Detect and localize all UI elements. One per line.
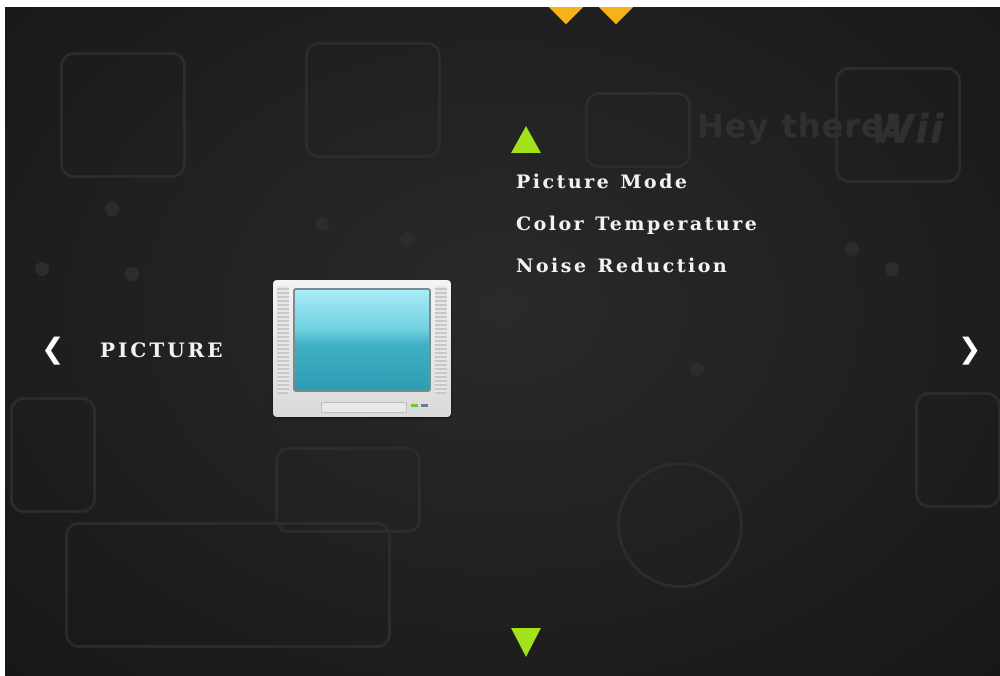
menu-item-color-temperature[interactable]: Color Temperature bbox=[516, 213, 759, 235]
bg-doodle-frame bbox=[585, 92, 691, 168]
bg-doodle-frame bbox=[305, 42, 441, 158]
bg-doodle-frame bbox=[10, 397, 96, 513]
bg-brand-text: Wii bbox=[870, 107, 945, 153]
bg-doodle-frame bbox=[65, 522, 391, 648]
bg-doodle-dot bbox=[315, 217, 329, 231]
bg-doodle-dot bbox=[845, 242, 859, 256]
bg-doodle-frame bbox=[275, 447, 421, 533]
tv-screen bbox=[293, 288, 431, 392]
tv-speaker-left bbox=[277, 286, 289, 394]
bg-doodle-frame bbox=[60, 52, 186, 178]
tv-base-panel bbox=[321, 402, 407, 413]
next-section-button[interactable]: ❯ bbox=[958, 335, 981, 363]
bg-greeting-text: Hey there! bbox=[697, 107, 900, 145]
bg-doodle-dot bbox=[400, 232, 414, 246]
osd-screen: Hey there! Wii ❮ ❯ PICTURE Picture Mode … bbox=[5, 7, 1000, 676]
tv-speaker-right bbox=[435, 286, 447, 394]
tv-status-led bbox=[421, 404, 428, 407]
bg-doodle-dot bbox=[35, 262, 49, 276]
bg-doodle-circle bbox=[617, 462, 743, 588]
previous-section-button[interactable]: ❮ bbox=[41, 335, 64, 363]
bg-doodle-dot bbox=[690, 362, 704, 376]
bg-doodle-dot bbox=[105, 202, 119, 216]
bg-doodle-frame bbox=[915, 392, 1000, 508]
tv-power-led bbox=[411, 404, 418, 407]
bg-doodle-dot bbox=[125, 267, 139, 281]
menu-item-noise-reduction[interactable]: Noise Reduction bbox=[516, 255, 729, 277]
scroll-down-icon[interactable] bbox=[511, 628, 541, 657]
tv-icon bbox=[273, 280, 451, 417]
top-edge-mark bbox=[547, 7, 585, 25]
scroll-up-icon[interactable] bbox=[511, 126, 541, 153]
bg-doodle-dot bbox=[885, 262, 899, 276]
section-title: PICTURE bbox=[100, 338, 226, 362]
top-edge-mark bbox=[597, 7, 635, 25]
menu-item-picture-mode[interactable]: Picture Mode bbox=[516, 171, 689, 193]
